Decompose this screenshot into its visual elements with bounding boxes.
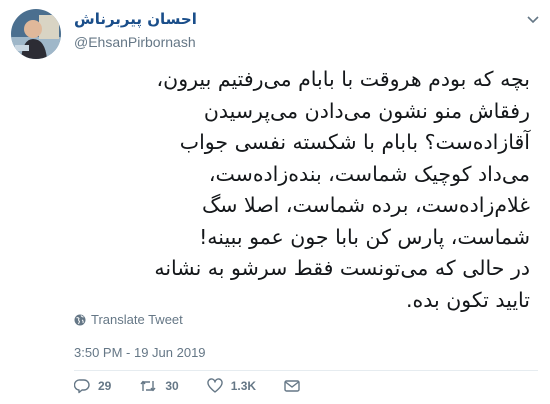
tweet-text: بچه که بودم هروقت با بابام می‌رفتیم بیرو… bbox=[40, 64, 530, 316]
tweet-text-line: بچه که بودم هروقت با بابام می‌رفتیم بیرو… bbox=[156, 67, 530, 91]
avatar[interactable] bbox=[11, 9, 61, 59]
tweet-timestamp[interactable]: 3:50 PM - 19 Jun 2019 bbox=[74, 345, 206, 360]
divider bbox=[74, 370, 538, 371]
tweet-text-line: رفقاش منو نشون می‌دادن می‌پرسیدن bbox=[203, 98, 530, 123]
tweet-text-line: شماست، پارس کن بابا جون عمو ببینه! bbox=[199, 224, 530, 249]
translate-tweet-link[interactable]: Translate Tweet bbox=[74, 312, 183, 327]
tweet-text-line: آقازاده‌ست؟ بابام با شکسته نفسی جواب bbox=[179, 130, 530, 154]
direct-message-button[interactable] bbox=[284, 379, 308, 393]
action-bar: 29 30 1.3K bbox=[74, 376, 336, 396]
tweet-text-line: در حالی که می‌تونست فقط سرشو به نشانه bbox=[154, 256, 530, 280]
author-name[interactable]: احسان پیربرناش bbox=[74, 8, 197, 30]
reply-count: 29 bbox=[98, 379, 112, 393]
avatar-image bbox=[11, 9, 61, 59]
retweet-count: 30 bbox=[165, 379, 179, 393]
tweet-text-line: غلام‌زاده‌ست، برده شماست، اصلا سگ bbox=[201, 193, 530, 217]
tweet-card: احسان پیربرناش @EhsanPirbornash بچه که ب… bbox=[0, 0, 550, 404]
mail-icon bbox=[284, 380, 300, 392]
translate-label: Translate Tweet bbox=[91, 312, 183, 327]
reply-icon bbox=[74, 379, 90, 394]
tweet-text-line: می‌داد کوچیک شماست، بنده‌زاده‌ست، bbox=[208, 161, 530, 186]
author-handle[interactable]: @EhsanPirbornash bbox=[74, 34, 197, 50]
like-button[interactable]: 1.3K bbox=[207, 378, 256, 394]
heart-icon bbox=[207, 378, 223, 393]
retweet-button[interactable]: 30 bbox=[139, 378, 179, 394]
user-info: احسان پیربرناش @EhsanPirbornash bbox=[74, 8, 197, 50]
reply-button[interactable]: 29 bbox=[74, 378, 111, 394]
globe-icon bbox=[74, 314, 86, 325]
like-count: 1.3K bbox=[230, 379, 257, 393]
retweet-icon bbox=[140, 380, 156, 392]
chevron-down-icon[interactable] bbox=[526, 12, 540, 26]
